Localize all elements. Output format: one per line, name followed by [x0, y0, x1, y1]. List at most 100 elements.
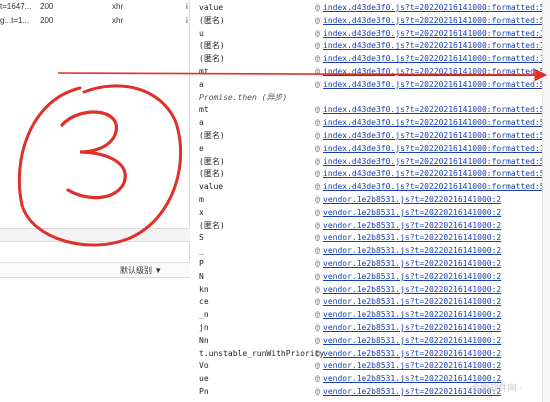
function-name: (匿名): [199, 41, 225, 51]
source-link[interactable]: index.d43de3f0.js?t=20220216141000:forma…: [323, 27, 550, 40]
function-name: mt: [199, 67, 209, 76]
at-symbol: @: [315, 143, 320, 153]
source-link[interactable]: index.d43de3f0.js?t=20220216141000:forma…: [323, 78, 550, 91]
function-name: Promise.then (异步): [199, 92, 288, 102]
at-symbol: @: [315, 156, 320, 166]
source-link[interactable]: index.d43de3f0.js?t=20220216141000:forma…: [323, 1, 550, 14]
function-name: a: [199, 118, 204, 128]
call-frame[interactable]: a @ index.d43de3f0.js?t=20220216141000:for…: [190, 116, 550, 129]
at-symbol: @: [315, 323, 320, 332]
function-name: (匿名): [199, 220, 225, 230]
function-name: value: [199, 3, 224, 12]
function-name: (匿名): [199, 15, 225, 25]
call-frame[interactable]: a @ index.d43de3f0.js?t=20220216141000:for…: [190, 78, 550, 91]
source-link[interactable]: vendor.1e2b8531.js?t=20220216141000:2: [323, 295, 501, 308]
at-symbol: @: [315, 259, 320, 268]
request-type: xhr: [112, 16, 124, 25]
call-frame[interactable]: (匿名) @ vendor.1e2b8531.js?t=20220216141000…: [190, 219, 550, 232]
source-link[interactable]: vendor.1e2b8531.js?t=20220216141000:2: [323, 359, 501, 372]
function-name: a: [199, 79, 204, 89]
network-request-row[interactable]: t=1647... 200 xhr i: [0, 0, 190, 13]
source-link[interactable]: index.d43de3f0.js?t=20220216141000:forma…: [323, 39, 550, 52]
request-type: xhr: [112, 2, 124, 11]
call-frame[interactable]: e @ index.d43de3f0.js?t=20220216141000:for…: [190, 142, 550, 155]
at-symbol: @: [315, 220, 320, 230]
network-panel: t=1647... 200 xhr i g...t=1... 200 xhr i…: [0, 0, 190, 402]
call-frame[interactable]: Vo @ vendor.1e2b8531.js?t=20220216141000:2: [190, 359, 550, 372]
request-status: 200: [40, 2, 54, 11]
source-link[interactable]: vendor.1e2b8531.js?t=20220216141000:2: [323, 206, 501, 219]
call-frame[interactable]: _n @ vendor.1e2b8531.js?t=20220216141000:2: [190, 308, 550, 321]
log-level-select[interactable]: 默认级别 ▼: [120, 265, 162, 277]
source-link[interactable]: vendor.1e2b8531.js?t=20220216141000:2: [323, 244, 501, 257]
at-symbol: @: [315, 79, 320, 89]
at-symbol: @: [315, 195, 320, 204]
source-link[interactable]: vendor.1e2b8531.js?t=20220216141000:2: [323, 257, 501, 270]
function-name: ce: [199, 297, 209, 307]
source-link[interactable]: index.d43de3f0.js?t=20220216141000:forma…: [323, 167, 550, 180]
function-name: Pn: [199, 387, 209, 396]
at-symbol: @: [315, 28, 320, 38]
call-frame[interactable]: x @ vendor.1e2b8531.js?t=20220216141000:2: [190, 206, 550, 219]
call-frame[interactable]: jn @ vendor.1e2b8531.js?t=20220216141000:2: [190, 321, 550, 334]
call-frame[interactable]: _ @ vendor.1e2b8531.js?t=20220216141000:2: [190, 244, 550, 257]
call-frame[interactable]: (匿名) @ index.d43de3f0.js?t=20220216141000:…: [190, 129, 550, 142]
call-frame[interactable]: N @ vendor.1e2b8531.js?t=20220216141000:2: [190, 270, 550, 283]
call-frame[interactable]: mt @ index.d43de3f0.js?t=20220216141000:fo…: [190, 103, 550, 116]
call-frame[interactable]: m @ vendor.1e2b8531.js?t=20220216141000:2: [190, 193, 550, 206]
source-link[interactable]: vendor.1e2b8531.js?t=20220216141000:2: [323, 321, 501, 334]
request-initiator: i: [186, 2, 188, 11]
source-link[interactable]: vendor.1e2b8531.js?t=20220216141000:2: [323, 219, 501, 232]
call-frame[interactable]: (匿名) @ index.d43de3f0.js?t=20220216141000:…: [190, 155, 550, 168]
source-link[interactable]: vendor.1e2b8531.js?t=20220216141000:2: [323, 231, 501, 244]
source-link[interactable]: index.d43de3f0.js?t=20220216141000:forma…: [323, 155, 550, 168]
source-link[interactable]: vendor.1e2b8531.js?t=20220216141000:2: [323, 270, 501, 283]
at-symbol: @: [315, 105, 320, 115]
source-link[interactable]: vendor.1e2b8531.js?t=20220216141000:2: [323, 283, 501, 296]
at-symbol: @: [315, 182, 320, 192]
call-frame[interactable]: value @ index.d43de3f0.js?t=20220216141000…: [190, 1, 550, 14]
call-frame[interactable]: (匿名) @ index.d43de3f0.js?t=20220216141000:…: [190, 52, 550, 65]
source-link[interactable]: index.d43de3f0.js?t=20220216141000:forma…: [323, 65, 550, 78]
call-frame[interactable]: t.unstable_runWithPriority @ vendor.1e2b85…: [190, 347, 550, 360]
source-link[interactable]: index.d43de3f0.js?t=20220216141000:forma…: [323, 129, 550, 142]
call-frame[interactable]: (匿名) @ index.d43de3f0.js?t=20220216141000:…: [190, 39, 550, 52]
function-name: Vo: [199, 361, 209, 371]
source-link[interactable]: index.d43de3f0.js?t=20220216141000:forma…: [323, 180, 550, 193]
call-frame[interactable]: P @ vendor.1e2b8531.js?t=20220216141000:2: [190, 257, 550, 270]
source-link[interactable]: index.d43de3f0.js?t=20220216141000:forma…: [323, 52, 550, 65]
source-link[interactable]: vendor.1e2b8531.js?t=20220216141000:2: [323, 308, 501, 321]
at-symbol: @: [315, 67, 320, 76]
call-frame[interactable]: mt @ index.d43de3f0.js?t=20220216141000:fo…: [190, 65, 550, 78]
call-frame[interactable]: u @ index.d43de3f0.js?t=20220216141000:for…: [190, 27, 550, 40]
network-request-row[interactable]: g...t=1... 200 xhr i: [0, 14, 190, 27]
at-symbol: @: [315, 169, 320, 179]
scrollbar[interactable]: [542, 0, 550, 402]
call-frame[interactable]: (匿名) @ index.d43de3f0.js?t=20220216141000:…: [190, 167, 550, 180]
call-frame[interactable]: kn @ vendor.1e2b8531.js?t=20220216141000:2: [190, 283, 550, 296]
at-symbol: @: [315, 54, 320, 64]
at-symbol: @: [315, 15, 320, 25]
function-name: t.unstable_runWithPriority: [199, 348, 325, 358]
call-frame[interactable]: value @ index.d43de3f0.js?t=20220216141000…: [190, 180, 550, 193]
call-frame[interactable]: ce @ vendor.1e2b8531.js?t=20220216141000:2: [190, 295, 550, 308]
at-symbol: @: [315, 361, 320, 371]
source-link[interactable]: index.d43de3f0.js?t=20220216141000:forma…: [323, 103, 550, 116]
source-link[interactable]: vendor.1e2b8531.js?t=20220216141000:2: [323, 193, 501, 206]
source-link[interactable]: index.d43de3f0.js?t=20220216141000:forma…: [323, 116, 550, 129]
at-symbol: @: [315, 131, 320, 140]
at-symbol: @: [315, 41, 320, 51]
source-link[interactable]: vendor.1e2b8531.js?t=20220216141000:2: [323, 347, 501, 360]
function-name: u: [199, 28, 204, 38]
source-link[interactable]: index.d43de3f0.js?t=20220216141000:forma…: [323, 14, 550, 27]
call-frame[interactable]: S @ vendor.1e2b8531.js?t=20220216141000:2: [190, 231, 550, 244]
call-frame[interactable]: Nn @ vendor.1e2b8531.js?t=20220216141000:2: [190, 334, 550, 347]
at-symbol: @: [315, 271, 320, 281]
function-name: P: [199, 259, 204, 268]
call-stack-panel: value @ index.d43de3f0.js?t=20220216141000…: [190, 0, 550, 402]
source-link[interactable]: index.d43de3f0.js?t=20220216141000:forma…: [323, 142, 550, 155]
call-frame[interactable]: (匿名) @ index.d43de3f0.js?t=20220216141000:…: [190, 14, 550, 27]
at-symbol: @: [315, 284, 320, 294]
source-link[interactable]: vendor.1e2b8531.js?t=20220216141000:2: [323, 334, 501, 347]
function-name: N: [199, 271, 204, 281]
